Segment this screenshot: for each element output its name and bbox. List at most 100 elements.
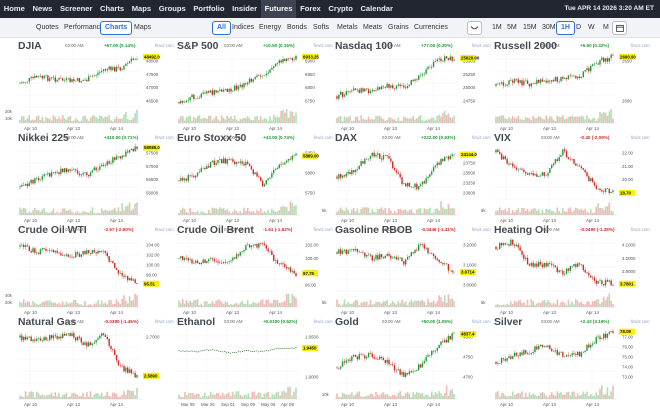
chart-time: 03:00 AM	[541, 319, 560, 324]
volume-bar	[534, 118, 536, 123]
category-filter-softs[interactable]: Softs	[309, 21, 333, 35]
volume-bar	[590, 209, 592, 215]
volume-bar	[514, 395, 516, 399]
candle-body	[377, 87, 378, 90]
candle-body	[51, 250, 52, 251]
view-tab-maps[interactable]: Maps	[130, 21, 155, 35]
candle-body	[568, 268, 569, 270]
chart-card-silver[interactable]: Silver03:00 AM+2.43 (3.19%)finviz.com77.…	[494, 317, 659, 409]
chart-card-crude-oil-wti[interactable]: Crude Oil WTI03:00 AM-2.57 (-2.60%)finvi…	[18, 225, 183, 317]
chart-card-dax[interactable]: DAX03:00 AM+222.00 (0.93%)finviz.com2400…	[335, 133, 500, 225]
volume-bar	[397, 301, 399, 307]
candle-body	[49, 335, 50, 340]
volume-bar	[558, 305, 560, 307]
price-bar	[230, 353, 231, 354]
candle-body	[351, 249, 352, 250]
category-filter-bonds[interactable]: Bonds	[283, 21, 311, 35]
volume-bar	[249, 305, 251, 307]
category-filter-metals[interactable]: Metals	[333, 21, 362, 35]
chart-change: -0.0490 (-1.28%)	[580, 227, 614, 232]
volume-bar	[357, 117, 359, 123]
volume-bar	[530, 299, 532, 307]
volume-bar	[191, 302, 193, 307]
candle-body	[295, 56, 296, 60]
timeframe-m[interactable]: M	[599, 21, 613, 35]
volume-bar	[182, 208, 184, 215]
timeframe-w[interactable]: W	[584, 21, 599, 35]
candle-body	[531, 263, 532, 266]
chart-card-russell-2000[interactable]: Russell 200003:00 AM+6.60 (0.32%)finviz.…	[494, 41, 659, 133]
category-filter-energy[interactable]: Energy	[255, 21, 285, 35]
chart-card-heating-oil[interactable]: Heating Oil03:00 AM-0.0490 (-1.28%)finvi…	[494, 225, 659, 317]
candle-body	[94, 76, 95, 77]
view-tab-quotes[interactable]: Quotes	[32, 21, 63, 35]
candle-body	[221, 159, 222, 163]
volume-bar	[358, 213, 360, 215]
chart-card-nasdaq-100[interactable]: Nasdaq 10003:00 AM+77.00 (0.30%)finviz.c…	[335, 41, 500, 133]
candle-body	[429, 174, 430, 177]
chart-card-ethanol[interactable]: Ethanol03:00 AM+0.0100 (0.52%)finviz.com…	[177, 317, 342, 409]
volume-bar	[501, 210, 503, 215]
candle-body	[271, 68, 272, 70]
y-tick-label: 57000	[146, 164, 159, 169]
candle-body	[364, 253, 365, 257]
candle-body	[453, 60, 454, 61]
candle-body	[349, 360, 350, 361]
nav-screener[interactable]: Screener	[56, 0, 96, 18]
calendar-icon[interactable]	[612, 21, 627, 35]
candle-body	[60, 337, 61, 339]
nav-crypto[interactable]: Crypto	[325, 0, 357, 18]
candle-body	[199, 98, 200, 99]
category-filter-meats[interactable]: Meats	[359, 21, 386, 35]
nav-forex[interactable]: Forex	[296, 0, 324, 18]
chart-card-djia[interactable]: DJIA03:00 AM+67.00 (0.14%)finviz.com4800…	[18, 41, 183, 133]
candle-body	[60, 253, 61, 255]
nav-groups[interactable]: Groups	[155, 0, 190, 18]
chart-card-vix[interactable]: VIX03:00 AM-0.40 (-2.09%)finviz.com22.00…	[494, 133, 659, 225]
nav-news[interactable]: News	[29, 0, 56, 18]
chart-card-natural-gas[interactable]: Natural Gas03:00 AM-0.0380 (-1.45%)finvi…	[18, 317, 183, 409]
nav-maps[interactable]: Maps	[128, 0, 155, 18]
volume-bar	[612, 304, 614, 307]
candle-body	[505, 243, 506, 244]
chart-card-euro-stoxx-50[interactable]: Euro Stoxx 5003:00 AM+43.00 (0.74%)finvi…	[177, 133, 342, 225]
candle-body	[51, 335, 52, 338]
volume-bar	[25, 303, 27, 307]
volume-bar	[79, 305, 81, 307]
volume-bar	[566, 212, 568, 215]
nav-insider[interactable]: Insider	[228, 0, 261, 18]
candle-body	[351, 91, 352, 92]
y-tick-label: 2.7000	[146, 335, 160, 340]
chart-card-gold[interactable]: Gold03:00 AM+50.00 (1.05%)finviz.com4800…	[335, 317, 500, 409]
category-filter-currencies[interactable]: Currencies	[410, 21, 452, 35]
candle-body	[293, 271, 294, 273]
category-filter-grains[interactable]: Grains	[384, 21, 413, 35]
nav-portfolio[interactable]: Portfolio	[190, 0, 229, 18]
price-bar	[289, 348, 290, 349]
candle-body	[388, 360, 389, 364]
candle-body	[429, 355, 430, 356]
candle-body	[288, 58, 289, 59]
nav-futures[interactable]: Futures	[261, 0, 296, 18]
candles-icon[interactable]	[467, 21, 482, 35]
chart-card-nikkei-225[interactable]: Nikkei 22503:00 AM+410.00 (0.71%)finviz.…	[18, 133, 183, 225]
candle-body	[105, 335, 106, 337]
chart-card-crude-oil-brent[interactable]: Crude Oil Brent03:00 AM-1.61 (-1.62%)fin…	[177, 225, 342, 317]
chart-card-gasoline-rbob[interactable]: Gasoline RBOB03:00 AM-0.0446 (-1.41%)fin…	[335, 225, 500, 317]
volume-bar	[521, 119, 523, 123]
x-tick-label: Apr 14	[586, 310, 599, 315]
nav-charts[interactable]: Charts	[96, 0, 128, 18]
candle-body	[232, 258, 233, 261]
view-tab-charts[interactable]: Charts	[100, 21, 132, 35]
volume-bar	[396, 213, 398, 215]
chart-card-s-p-500[interactable]: S&P 50003:00 AM+10.50 (0.15%)finviz.com6…	[177, 41, 342, 133]
volume-bar	[212, 208, 214, 215]
nav-calendar[interactable]: Calendar	[357, 0, 397, 18]
candle-body	[30, 251, 31, 252]
category-filter-indices[interactable]: Indices	[228, 21, 258, 35]
nav-home[interactable]: Home	[0, 0, 29, 18]
volume-bar	[114, 119, 116, 123]
volume-bar	[25, 391, 27, 399]
volume-bar	[43, 395, 45, 399]
volume-bar	[34, 120, 36, 123]
